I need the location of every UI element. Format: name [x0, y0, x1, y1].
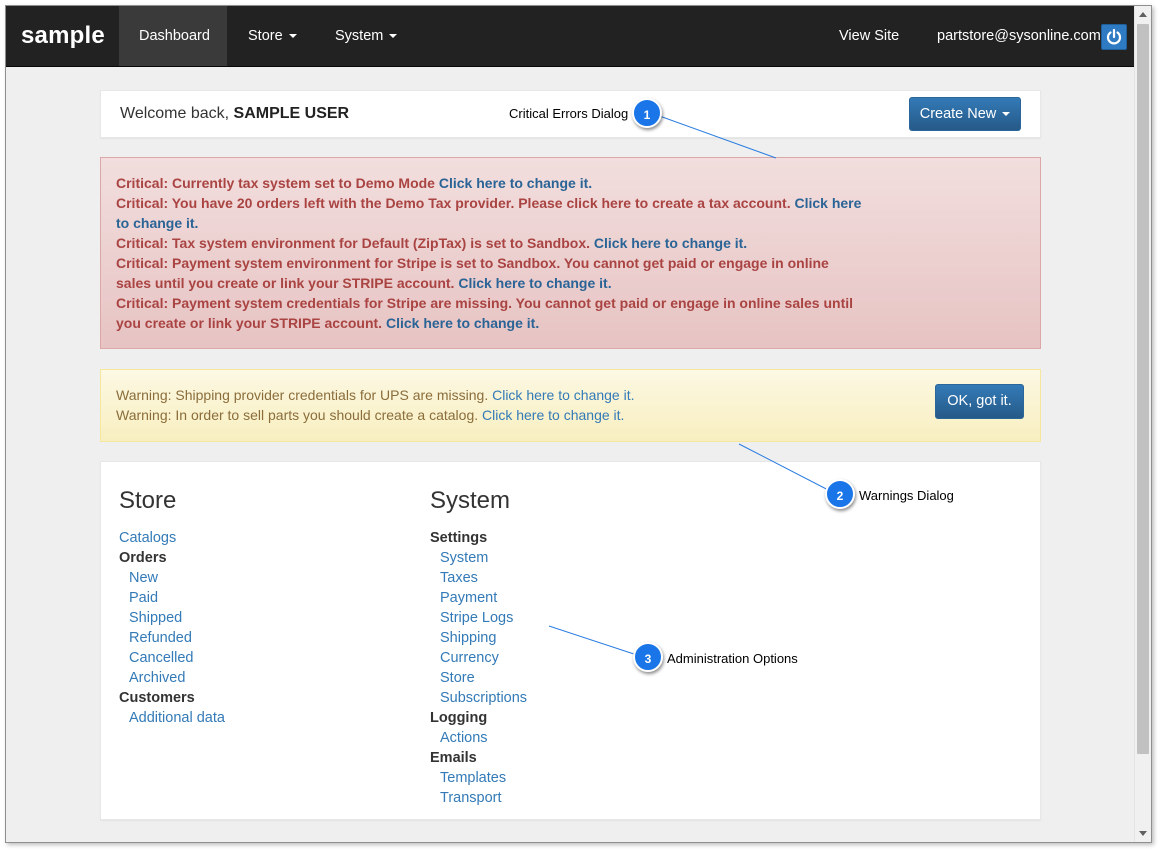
- store-column: Store Catalogs Orders New Paid Shipped Refund…: [119, 487, 225, 728]
- callout-2-label: Warnings Dialog: [859, 488, 954, 503]
- critical-error-line: Critical: Tax system environment for Def…: [116, 233, 876, 253]
- chevron-down-icon: [389, 34, 398, 39]
- critical-error-line: Critical: Currently tax system set to De…: [116, 173, 876, 193]
- warning-link[interactable]: Click here to change it.: [492, 387, 634, 403]
- welcome-text: Welcome back, SAMPLE USER: [120, 105, 349, 123]
- warning-line: Warning: In order to sell parts you shou…: [116, 405, 1025, 425]
- store-link-cancelled[interactable]: Cancelled: [119, 648, 225, 668]
- callout-1-badge: 1: [632, 98, 662, 128]
- power-icon: [1106, 28, 1122, 45]
- ok-got-it-label: OK, got it.: [947, 393, 1012, 409]
- nav-system-label: System: [335, 28, 384, 44]
- critical-error-line: Critical: You have 20 orders left with t…: [116, 193, 876, 233]
- store-section-orders: Orders: [119, 550, 167, 566]
- user-account-link[interactable]: partstore@sysonline.com: [917, 6, 1101, 66]
- warning-text: Warning: Shipping provider credentials f…: [116, 387, 493, 403]
- system-menu-list: Settings System Taxes Payment Stripe Logs Shi…: [430, 528, 527, 808]
- vertical-scrollbar[interactable]: [1134, 6, 1151, 842]
- logout-button[interactable]: [1101, 24, 1127, 50]
- system-link-currency[interactable]: Currency: [430, 648, 527, 668]
- system-link-system[interactable]: System: [430, 548, 527, 568]
- system-heading: System: [430, 487, 511, 514]
- critical-error-link[interactable]: Click here to change it.: [594, 235, 747, 251]
- system-link-payment[interactable]: Payment: [430, 588, 527, 608]
- critical-error-line: Critical: Payment system credentials for…: [116, 293, 861, 333]
- warning-link[interactable]: Click here to change it.: [482, 407, 624, 423]
- top-navbar: sample Dashboard Store System View Site …: [6, 6, 1134, 67]
- ok-got-it-button[interactable]: OK, got it.: [935, 384, 1024, 419]
- critical-errors-alert: Critical: Currently tax system set to De…: [100, 157, 1041, 349]
- chevron-down-icon: [1002, 112, 1011, 117]
- critical-error-link[interactable]: Click here to change it.: [439, 175, 592, 191]
- critical-error-link[interactable]: Click here to change it.: [386, 315, 539, 331]
- callout-3-label: Administration Options: [667, 651, 798, 666]
- scroll-up-arrow-icon[interactable]: [1139, 12, 1147, 17]
- system-link-transport[interactable]: Transport: [430, 788, 527, 808]
- system-section-logging: Logging: [430, 710, 488, 726]
- system-link-shipping[interactable]: Shipping: [430, 628, 527, 648]
- system-column: System Settings System Taxes Payment Stripe …: [430, 487, 527, 808]
- system-section-emails: Emails: [430, 750, 477, 766]
- view-site-label: View Site: [839, 28, 900, 44]
- critical-error-link[interactable]: Click here to change it.: [458, 275, 611, 291]
- nav-dashboard[interactable]: Dashboard: [119, 6, 227, 66]
- welcome-prefix: Welcome back,: [120, 105, 230, 122]
- system-link-templates[interactable]: Templates: [430, 768, 527, 788]
- store-link-refunded[interactable]: Refunded: [119, 628, 225, 648]
- store-link-archived[interactable]: Archived: [119, 668, 225, 688]
- administration-panel: Store Catalogs Orders New Paid Shipped Refund…: [100, 461, 1041, 820]
- nav-store-dropdown[interactable]: Store: [228, 6, 317, 66]
- create-new-label: Create New: [919, 106, 997, 122]
- nav-system-dropdown[interactable]: System: [315, 6, 417, 66]
- store-link-paid[interactable]: Paid: [119, 588, 225, 608]
- system-link-taxes[interactable]: Taxes: [430, 568, 527, 588]
- create-new-button[interactable]: Create New: [909, 97, 1021, 131]
- system-link-actions[interactable]: Actions: [430, 728, 527, 748]
- store-link-new[interactable]: New: [119, 568, 225, 588]
- chevron-down-icon: [288, 34, 297, 39]
- system-section-settings: Settings: [430, 530, 488, 546]
- warnings-alert: Warning: Shipping provider credentials f…: [100, 369, 1041, 442]
- callout-3-badge: 3: [633, 642, 663, 672]
- store-link-shipped[interactable]: Shipped: [119, 608, 225, 628]
- system-link-subscriptions[interactable]: Subscriptions: [430, 688, 527, 708]
- user-email: partstore@sysonline.com: [937, 28, 1101, 44]
- scroll-down-arrow-icon[interactable]: [1139, 831, 1147, 836]
- warning-text: Warning: In order to sell parts you shou…: [116, 407, 483, 423]
- nav-dashboard-label: Dashboard: [139, 28, 210, 44]
- store-menu-list: Catalogs Orders New Paid Shipped Refunded Canc…: [119, 528, 225, 728]
- system-link-store[interactable]: Store: [430, 668, 527, 688]
- store-section-customers: Customers: [119, 690, 195, 706]
- callout-1-label: Critical Errors Dialog: [509, 106, 629, 121]
- store-heading: Store: [119, 487, 177, 514]
- warning-line: Warning: Shipping provider credentials f…: [116, 385, 1025, 405]
- store-link-additional-data[interactable]: Additional data: [119, 708, 225, 728]
- browser-window: sample Dashboard Store System View Site …: [5, 5, 1152, 843]
- system-link-stripe-logs[interactable]: Stripe Logs: [430, 608, 527, 628]
- nav-store-label: Store: [248, 28, 283, 44]
- brand-logo[interactable]: sample: [21, 22, 105, 50]
- scrollbar-thumb[interactable]: [1137, 24, 1149, 754]
- callout-2-badge: 2: [825, 479, 855, 509]
- view-site-link[interactable]: View Site: [819, 6, 919, 66]
- critical-error-line: Critical: Payment system environment for…: [116, 253, 836, 293]
- welcome-user-name: SAMPLE USER: [233, 105, 350, 122]
- store-link-catalogs[interactable]: Catalogs: [119, 528, 225, 548]
- critical-error-text: Critical: Tax system environment for Def…: [116, 235, 594, 251]
- critical-error-text: Critical: Currently tax system set to De…: [116, 175, 439, 191]
- critical-error-text: Critical: You have 20 orders left with t…: [116, 195, 795, 211]
